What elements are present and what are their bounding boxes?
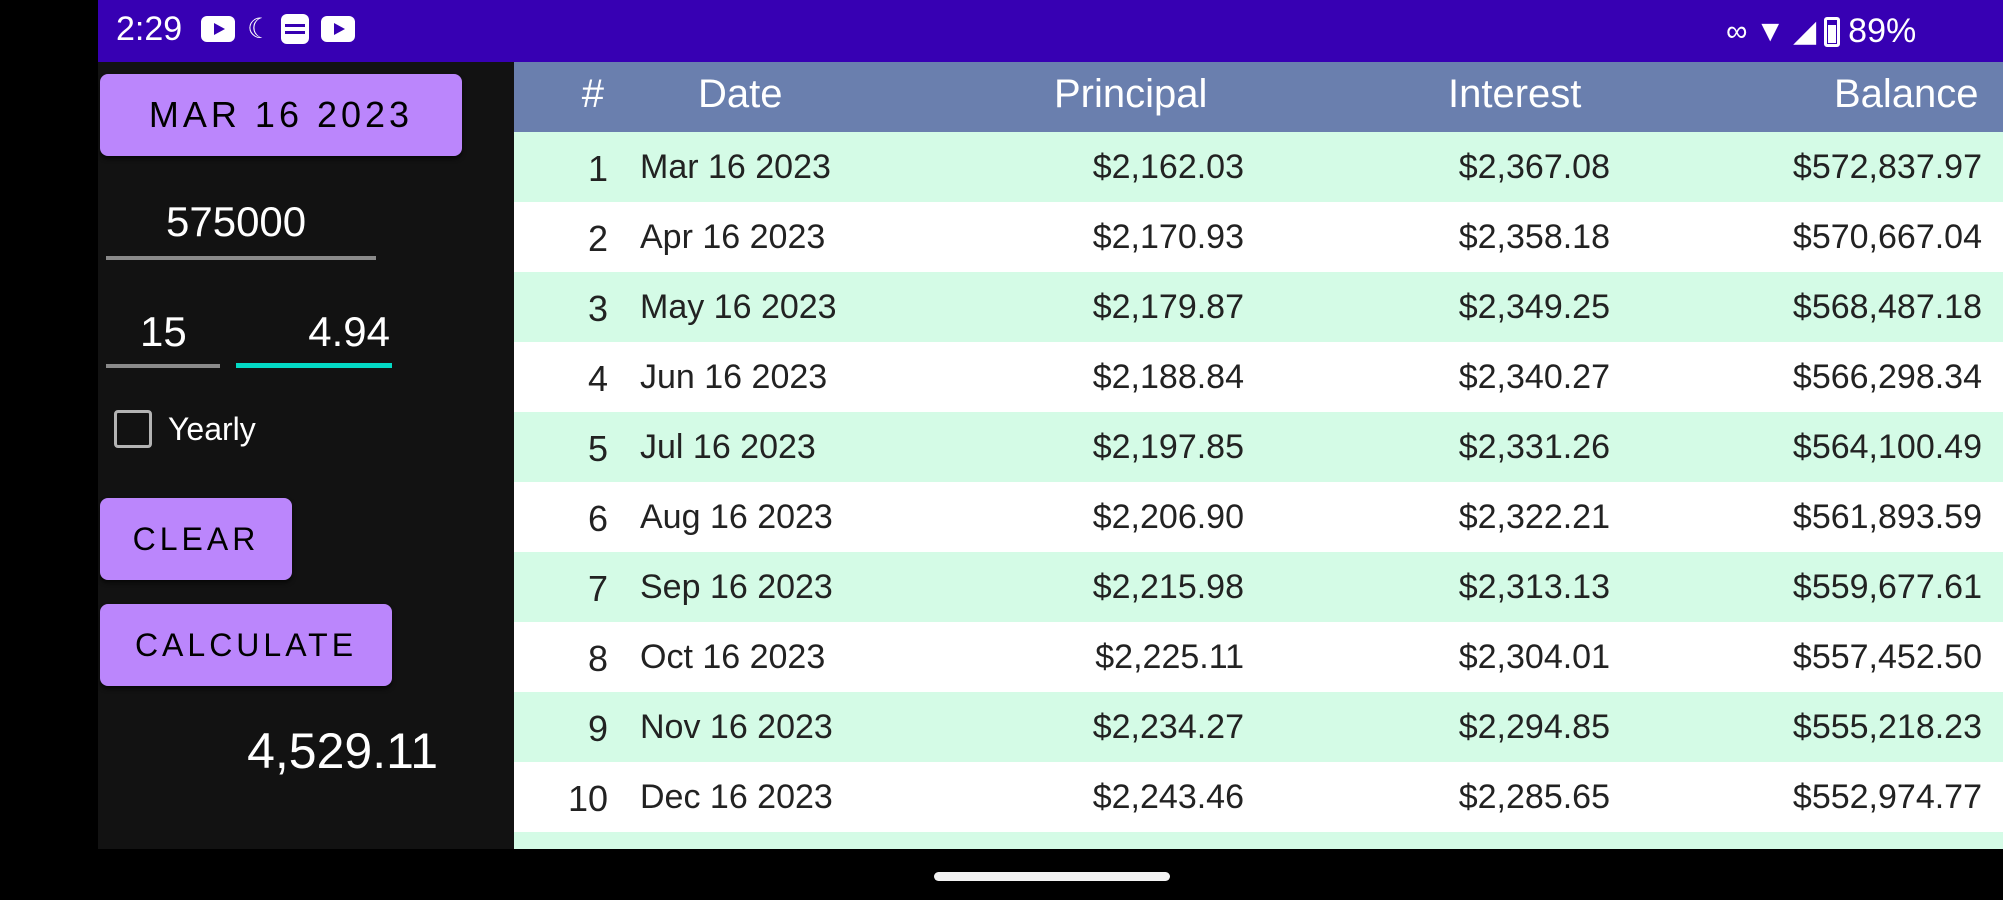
youtube-icon <box>201 16 235 42</box>
cell-date: Aug 16 2023 <box>640 498 833 536</box>
cell-interest: $2,313.13 <box>1458 568 1610 606</box>
cell-num: 2 <box>587 218 608 259</box>
cell-num: 7 <box>587 568 608 609</box>
table-row[interactable]: 5 Jul 16 2023 $2,197.85 $2,331.26 $564,100.4… <box>514 412 2003 482</box>
cell-num: 6 <box>587 498 608 539</box>
cell-interest: $2,294.85 <box>1458 708 1610 746</box>
cell-interest: $2,322.21 <box>1458 498 1610 536</box>
cell-date: Apr 16 2023 <box>640 218 826 256</box>
status-bar: 2:29 ☾ ∞ ▼ ◢ 89% <box>98 0 2003 62</box>
cell-balance: $559,677.61 <box>1792 568 1982 606</box>
table-row[interactable]: 8 Oct 16 2023 $2,225.11 $2,304.01 $557,452.5… <box>514 622 2003 692</box>
cell-principal: $2,188.84 <box>1092 358 1244 396</box>
cell-principal: $2,215.98 <box>1092 568 1244 606</box>
cell-date: Nov 16 2023 <box>640 708 833 746</box>
cell-principal: $2,162.03 <box>1092 148 1244 186</box>
table-header: # Date Principal Interest Balance <box>514 62 2003 132</box>
checkbox-box[interactable] <box>114 410 152 448</box>
term-value: 15 <box>140 308 187 355</box>
cell-date: Jul 16 2023 <box>640 428 816 466</box>
youtube-icon <box>321 16 355 42</box>
cell-balance: $564,100.49 <box>1792 428 1982 466</box>
table-row[interactable]: 9 Nov 16 2023 $2,234.27 $2,294.85 $555,218.2… <box>514 692 2003 762</box>
clear-button[interactable]: CLEAR <box>100 498 292 580</box>
header-interest: Interest <box>1448 72 1582 116</box>
gesture-handle[interactable] <box>934 872 1170 881</box>
term-input[interactable]: 15 <box>106 298 220 368</box>
notification-icons: ☾ <box>201 14 355 44</box>
cell-balance: $555,218.23 <box>1792 708 1982 746</box>
cell-balance: $561,893.59 <box>1792 498 1982 536</box>
header-balance: Balance <box>1834 72 1979 116</box>
cell-principal: $2,170.93 <box>1092 218 1244 256</box>
cell-num: 3 <box>587 288 608 329</box>
cell-principal: $2,206.90 <box>1092 498 1244 536</box>
table-row[interactable]: 10 Dec 16 2023 $2,243.46 $2,285.65 $552,974.… <box>514 762 2003 832</box>
header-number: # <box>581 72 604 116</box>
cell-balance: $570,667.04 <box>1792 218 1982 256</box>
table-row[interactable]: 2 Apr 16 2023 $2,170.93 $2,358.18 $570,667.0… <box>514 202 2003 272</box>
cell-num: 10 <box>567 778 608 819</box>
table-row[interactable] <box>514 832 2003 849</box>
cell-date: Dec 16 2023 <box>640 778 833 816</box>
cell-num: 8 <box>587 638 608 679</box>
cell-principal: $2,225.11 <box>1095 638 1244 676</box>
table-row[interactable]: 4 Jun 16 2023 $2,188.84 $2,340.27 $566,298.3… <box>514 342 2003 412</box>
yearly-checkbox[interactable]: Yearly <box>114 410 256 448</box>
wifi-icon: ▼ <box>1755 14 1786 48</box>
table-row[interactable]: 1 Mar 16 2023 $2,162.03 $2,367.08 $572,837.9… <box>514 132 2003 202</box>
cell-interest: $2,349.25 <box>1458 288 1610 326</box>
cell-interest: $2,285.65 <box>1458 778 1610 816</box>
cell-balance: $552,974.77 <box>1792 778 1982 816</box>
cell-interest: $2,367.08 <box>1458 148 1610 186</box>
cell-balance: $572,837.97 <box>1792 148 1982 186</box>
header-principal: Principal <box>1054 72 1208 116</box>
cell-num: 5 <box>587 428 608 469</box>
cell-principal: $2,179.87 <box>1092 288 1244 326</box>
cell-date: Jun 16 2023 <box>640 358 828 396</box>
amortization-table[interactable]: # Date Principal Interest Balance 1 Mar 1… <box>514 62 2003 849</box>
cell-balance: $557,452.50 <box>1792 638 1982 676</box>
cell-interest: $2,340.27 <box>1458 358 1610 396</box>
principal-value: 575000 <box>166 198 307 245</box>
cell-interest: $2,304.01 <box>1458 638 1610 676</box>
date-button[interactable]: MAR 16 2023 <box>100 74 462 156</box>
cell-num: 9 <box>587 708 608 749</box>
cell-num: 1 <box>587 148 608 189</box>
cell-principal: $2,243.46 <box>1092 778 1244 816</box>
input-panel: MAR 16 2023 575000 15 4.94 Yearly CLEAR … <box>98 62 514 849</box>
rate-value: 4.94 <box>308 308 390 355</box>
rate-input[interactable]: 4.94 <box>236 298 392 368</box>
table-row[interactable]: 6 Aug 16 2023 $2,206.90 $2,322.21 $561,893.5… <box>514 482 2003 552</box>
battery-percent: 89% <box>1848 12 1917 50</box>
cell-date: May 16 2023 <box>640 288 837 326</box>
database-icon <box>281 14 309 44</box>
moon-icon: ☾ <box>247 13 273 44</box>
cell-date: Mar 16 2023 <box>640 148 831 186</box>
calculate-button[interactable]: CALCULATE <box>100 604 392 686</box>
term-underline <box>106 364 220 368</box>
cell-num: 4 <box>587 358 608 399</box>
principal-underline <box>106 256 376 260</box>
cell-balance: $568,487.18 <box>1792 288 1982 326</box>
header-date: Date <box>698 72 783 116</box>
voicemail-icon: ∞ <box>1726 14 1748 48</box>
cell-date: Oct 16 2023 <box>640 638 826 676</box>
cell-interest: $2,331.26 <box>1458 428 1610 466</box>
cell-balance: $566,298.34 <box>1792 358 1982 396</box>
cell-date: Sep 16 2023 <box>640 568 833 606</box>
rate-underline <box>236 363 392 368</box>
status-time: 2:29 <box>116 10 183 48</box>
cell-principal: $2,234.27 <box>1092 708 1244 746</box>
table-row[interactable]: 7 Sep 16 2023 $2,215.98 $2,313.13 $559,677.6… <box>514 552 2003 622</box>
cell-principal: $2,197.85 <box>1092 428 1244 466</box>
cell-interest: $2,358.18 <box>1458 218 1610 256</box>
payment-result: 4,529.11 <box>247 723 438 779</box>
system-icons: ∞ ▼ ◢ 89% <box>1726 12 1916 51</box>
battery-icon <box>1824 16 1841 47</box>
signal-icon: ◢ <box>1793 14 1817 48</box>
principal-input[interactable]: 575000 <box>106 188 376 260</box>
table-row[interactable]: 3 May 16 2023 $2,179.87 $2,349.25 $568,487.1… <box>514 272 2003 342</box>
yearly-label: Yearly <box>168 410 256 447</box>
